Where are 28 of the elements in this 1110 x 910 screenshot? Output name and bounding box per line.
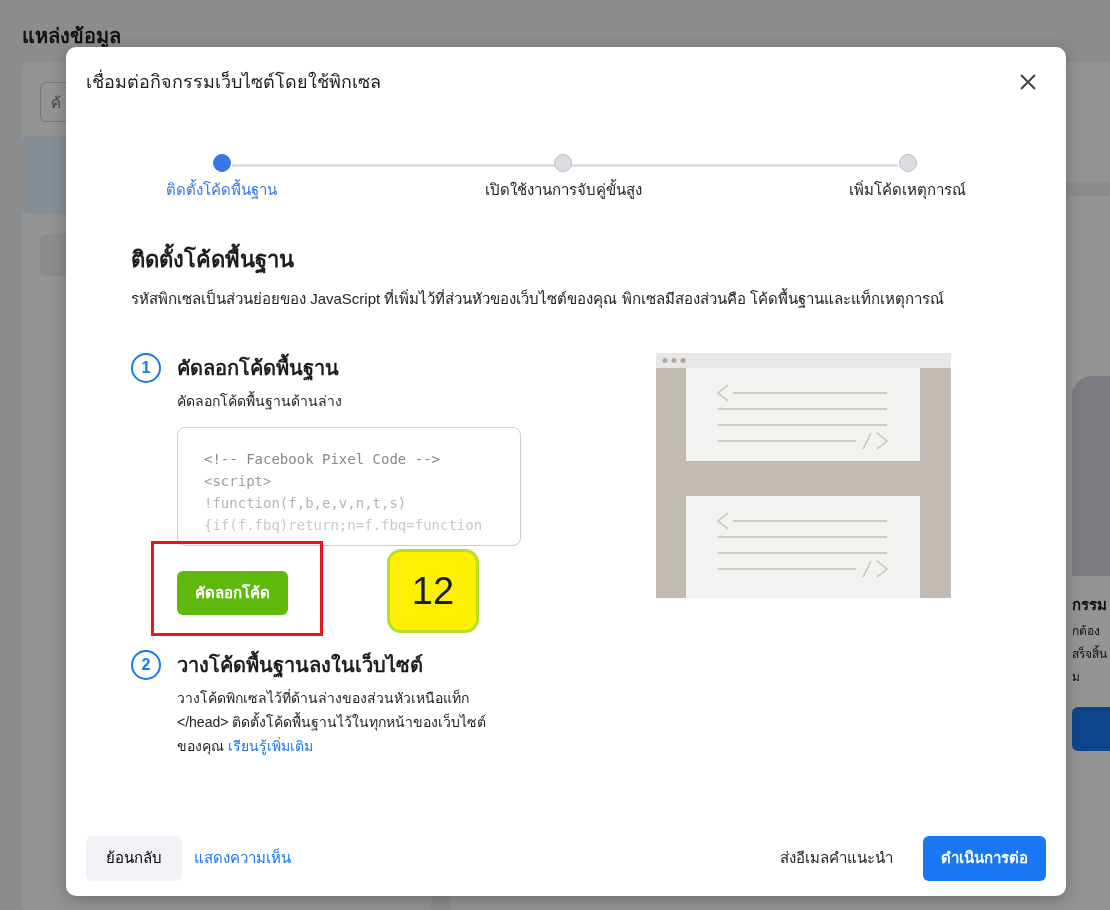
step-title: คัดลอกโค้ดพื้นฐาน: [177, 353, 531, 383]
page-title: แหล่งข้อมูล: [21, 24, 122, 49]
feedback-link[interactable]: แสดงความเห็น: [194, 846, 291, 870]
email-instructions-link[interactable]: ส่งอีเมลคำแนะนำ: [780, 846, 893, 870]
learn-more-link[interactable]: เรียนรู้เพิ่มเติม: [227, 738, 313, 754]
step-title: วางโค้ดพื้นฐานลงในเว็บไซต์: [177, 650, 531, 680]
continue-button[interactable]: ดำเนินการต่อ: [923, 835, 1046, 881]
step-number: 2: [131, 650, 161, 680]
card-text: สร็จสิ้น: [1072, 644, 1108, 663]
card-heading: กรรม: [1072, 595, 1108, 615]
card-text: กต้อง: [1072, 623, 1101, 640]
code-line: <script>: [204, 472, 273, 491]
close-icon: [1020, 73, 1036, 90]
step-label[interactable]: เปิดใช้งานการจับคู่ขั้นสูง: [484, 178, 642, 202]
step-label[interactable]: ติดตั้งโค้ดพื้นฐาน: [166, 178, 277, 202]
copy-code-button[interactable]: คัดลอกโค้ด: [177, 571, 288, 615]
step-label[interactable]: เพิ่มโค้ดเหตุการณ์: [849, 178, 966, 202]
description: รหัสพิกเซลเป็นส่วนย่อยของ JavaScript ที่เพิ่มไว้ที่ส่วนหัวของเว็บไซต์ของคุณ พิกเซลมีสองส่วนคือ โค้ดพื้นฐานและแท็กเหตุการณ์: [131, 287, 945, 311]
code-line: <!-- Facebook Pixel Code -->: [204, 450, 441, 469]
step-text: วางโค้ดพิกเซลไว้ที่ด้านล่างของส่วนหัวเหนือแท็ก </head> ติดตั้งโค้ดพื้นฐานไว้ในทุกหน้าของเว็บไซต์ของคุณ เรียนรู้เพิ่มเติม: [177, 688, 488, 757]
section-heading: ติดตั้งโค้ดพื้นฐาน: [131, 242, 1006, 277]
card-text: ม: [1072, 669, 1081, 686]
dialog-title: เชื่อมต่อกิจกรรมเว็บไซต์โดยใช้พิกเซล: [86, 67, 381, 96]
back-button[interactable]: ย้อนกลับ: [86, 835, 182, 881]
step-number: 1: [131, 353, 161, 383]
annotation-badge: 12: [387, 549, 479, 633]
code-line: !function(f,b,e,v,n,t,s): [204, 494, 408, 513]
step-text: คัดลอกโค้ดพื้นฐานด้านล่าง: [177, 390, 343, 412]
